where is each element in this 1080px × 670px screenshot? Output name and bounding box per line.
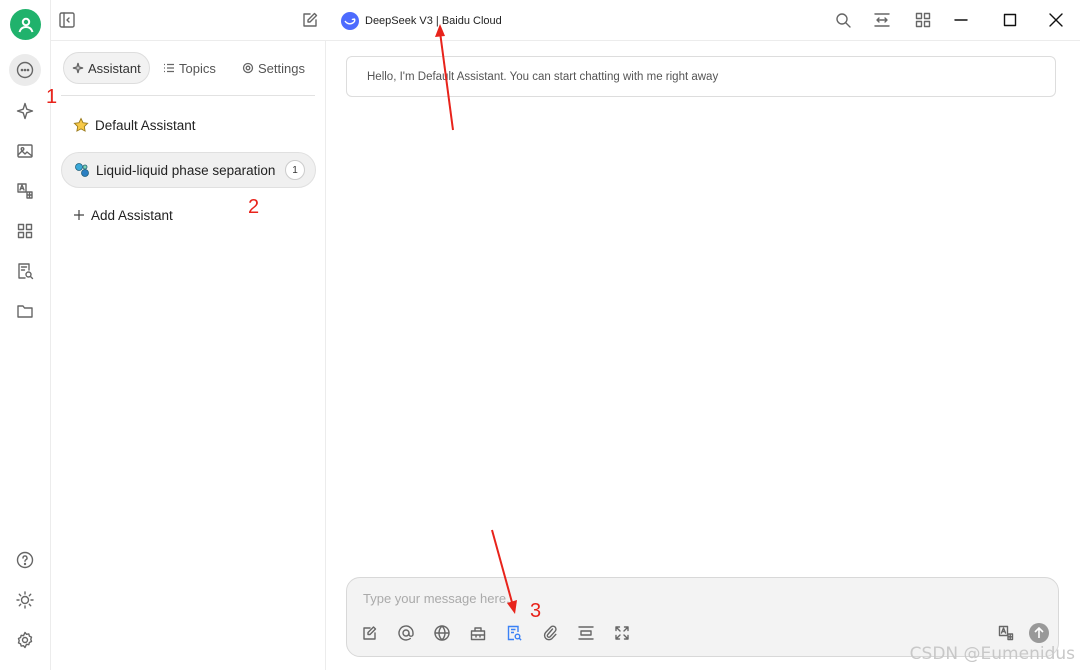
watermark: CSDN @Eumenidus [909,644,1075,664]
annotation-arrows [435,24,517,614]
arrow-to-model [435,24,454,131]
arrow-to-knowledge [491,529,517,614]
